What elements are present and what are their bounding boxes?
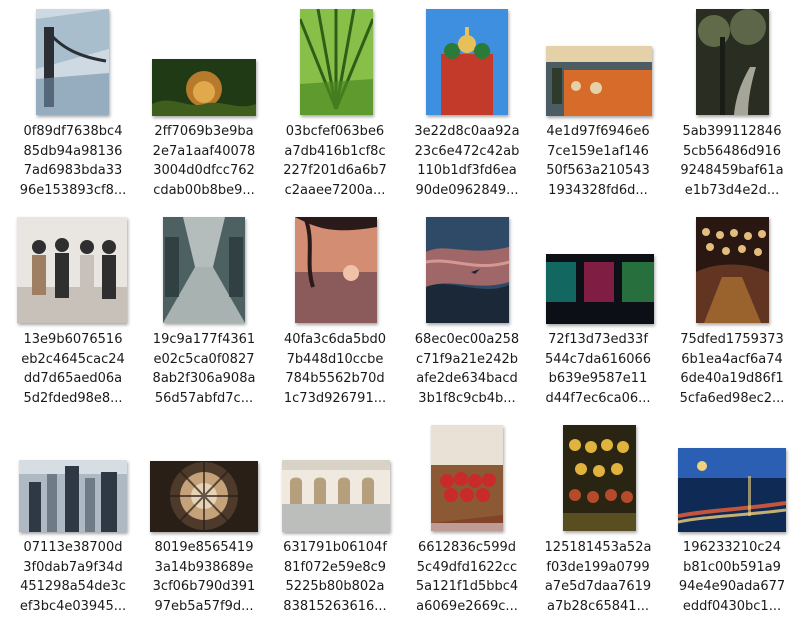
file-tile[interactable]: 5ab399112846 5cb56486d916 9248459baf61a … — [666, 8, 798, 216]
file-name: 4e1d97f6946e6 7ce159e1af146 50f563a21054… — [546, 124, 650, 198]
thumbnail-frame — [532, 424, 664, 532]
thumbnail-frame — [666, 216, 798, 324]
thumbnail-image[interactable] — [295, 217, 377, 323]
file-name: 3e22d8c0aa92a 23c6e472c42ab 110b1df3fd6e… — [414, 124, 520, 198]
thumbnail-frame — [401, 424, 533, 532]
file-tile[interactable]: 2ff7069b3e9ba 2e7a1aaf40078 3004d0dfcc76… — [138, 8, 270, 216]
file-name: 72f13d73ed33f 544c7da616066 b639e9587e11… — [544, 332, 652, 406]
thumbnail-frame — [138, 8, 270, 116]
file-tile[interactable]: 19c9a177f4361 e02c5ca0f0827 8ab2f306a908… — [138, 216, 270, 424]
thumbnail-frame — [7, 8, 139, 116]
thumbnail-image[interactable] — [152, 59, 256, 116]
thumbnail-image[interactable] — [19, 460, 127, 532]
thumbnail-image[interactable] — [426, 9, 508, 115]
thumbnail-frame — [401, 8, 533, 116]
file-tile[interactable]: 4e1d97f6946e6 7ce159e1af146 50f563a21054… — [532, 8, 664, 216]
file-name: 2ff7069b3e9ba 2e7a1aaf40078 3004d0dfcc76… — [152, 124, 256, 198]
thumbnail-image[interactable] — [300, 9, 373, 115]
file-name: 07113e38700d 3f0dab7a9f34d 451298a54de3c… — [19, 540, 127, 614]
thumbnail-frame — [7, 216, 139, 324]
file-name: 196233210c24 b81c00b591a9 94e4e90ada677 … — [678, 540, 786, 614]
file-tile[interactable]: 631791b06104f 81f072e59e8c9 5225b80b802a… — [269, 424, 401, 632]
file-tile[interactable]: 13e9b6076516 eb2c4645cac24 dd7d65aed06a … — [7, 216, 139, 424]
thumbnail-image[interactable] — [431, 425, 503, 531]
file-tile[interactable]: 8019e8565419 3a14b938689e 3cf06b790d391 … — [138, 424, 270, 632]
thumbnail-image[interactable] — [426, 217, 509, 323]
thumbnail-frame — [401, 216, 533, 324]
thumbnail-image[interactable] — [696, 9, 769, 115]
thumbnail-frame — [138, 424, 270, 532]
file-name: 125181453a52a f03de199a0799 a7e5d7daa761… — [544, 540, 652, 614]
thumbnail-frame — [666, 424, 798, 532]
file-name: 0f89df7638bc4 85db94a98136 7ad6983bda33 … — [19, 124, 127, 198]
file-name: 8019e8565419 3a14b938689e 3cf06b790d391 … — [152, 540, 256, 614]
file-name: 5ab399112846 5cb56486d916 9248459baf61a … — [680, 124, 784, 198]
thumbnail-frame — [666, 8, 798, 116]
file-tile[interactable]: 6612836c599d 5c49dfd1622cc 5a121f1d5bbc4… — [401, 424, 533, 632]
file-tile[interactable]: 72f13d73ed33f 544c7da616066 b639e9587e11… — [532, 216, 664, 424]
thumbnail-image[interactable] — [546, 254, 654, 324]
thumbnail-image[interactable] — [36, 9, 109, 115]
thumbnail-frame — [269, 8, 401, 116]
file-tile[interactable]: 3e22d8c0aa92a 23c6e472c42ab 110b1df3fd6e… — [401, 8, 533, 216]
file-name: 03bcfef063be6 a7db416b1cf8c 227f201d6a6b… — [283, 124, 387, 198]
thumbnail-image[interactable] — [17, 217, 127, 323]
file-name: 75dfed1759373 6b1ea4acf6a74 6de40a19d86f… — [679, 332, 785, 406]
file-name: 13e9b6076516 eb2c4645cac24 dd7d65aed06a … — [21, 332, 125, 406]
thumbnail-frame — [269, 424, 401, 532]
thumbnail-frame — [532, 8, 664, 116]
thumbnail-image[interactable] — [678, 448, 786, 532]
thumbnail-image[interactable] — [696, 217, 769, 323]
thumbnail-frame — [138, 216, 270, 324]
file-tile[interactable]: 125181453a52a f03de199a0799 a7e5d7daa761… — [532, 424, 664, 632]
file-tile[interactable]: 07113e38700d 3f0dab7a9f34d 451298a54de3c… — [7, 424, 139, 632]
file-name: 631791b06104f 81f072e59e8c9 5225b80b802a… — [283, 540, 387, 614]
file-tile[interactable]: 40fa3c6da5bd0 7b448d10ccbe 784b5562b70d … — [269, 216, 401, 424]
file-grid: 0f89df7638bc4 85db94a98136 7ad6983bda33 … — [0, 0, 802, 627]
file-name: 19c9a177f4361 e02c5ca0f0827 8ab2f306a908… — [152, 332, 256, 406]
thumbnail-image[interactable] — [282, 460, 390, 532]
thumbnail-image[interactable] — [150, 461, 258, 532]
file-name: 6612836c599d 5c49dfd1622cc 5a121f1d5bbc4… — [415, 540, 519, 614]
file-tile[interactable]: 68ec0ec00a258 c71f9a21e242b afe2de634bac… — [401, 216, 533, 424]
file-name: 40fa3c6da5bd0 7b448d10ccbe 784b5562b70d … — [283, 332, 387, 406]
thumbnail-image[interactable] — [546, 46, 652, 116]
file-tile[interactable]: 196233210c24 b81c00b591a9 94e4e90ada677 … — [666, 424, 798, 632]
thumbnail-frame — [532, 216, 664, 324]
file-tile[interactable]: 0f89df7638bc4 85db94a98136 7ad6983bda33 … — [7, 8, 139, 216]
file-name: 68ec0ec00a258 c71f9a21e242b afe2de634bac… — [414, 332, 520, 406]
thumbnail-image[interactable] — [163, 217, 245, 323]
file-tile[interactable]: 75dfed1759373 6b1ea4acf6a74 6de40a19d86f… — [666, 216, 798, 424]
thumbnail-frame — [7, 424, 139, 532]
file-tile[interactable]: 03bcfef063be6 a7db416b1cf8c 227f201d6a6b… — [269, 8, 401, 216]
thumbnail-image[interactable] — [563, 425, 636, 531]
thumbnail-frame — [269, 216, 401, 324]
